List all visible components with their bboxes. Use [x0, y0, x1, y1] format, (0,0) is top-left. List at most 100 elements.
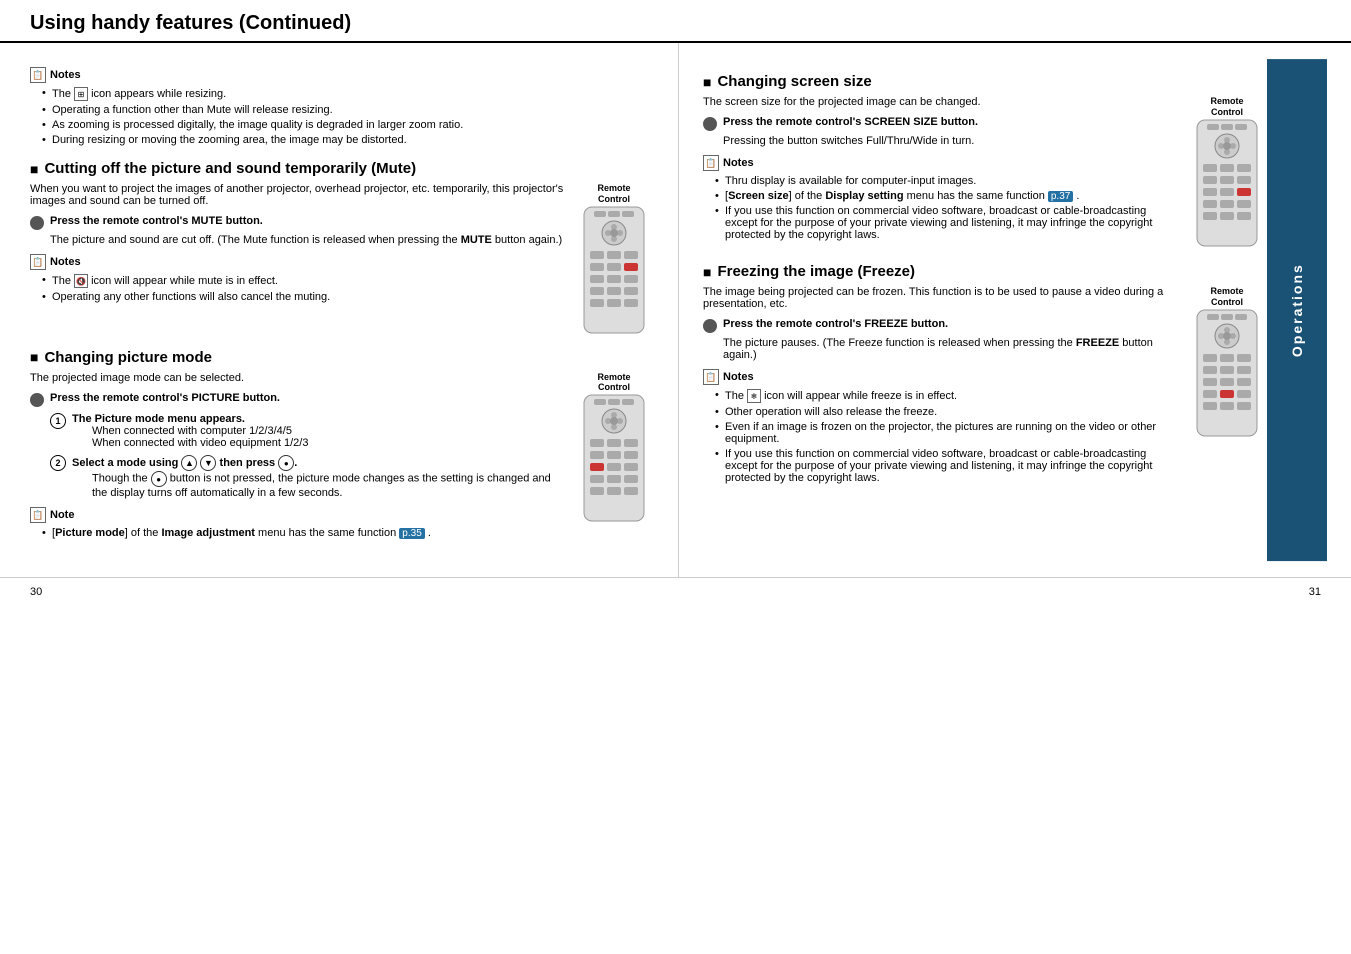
- top-notes-label: Notes: [50, 69, 81, 81]
- picture-mode-intro: The projected image mode can be selected…: [30, 372, 566, 384]
- screen-size-notes: 📋 Notes Thru display is available for co…: [703, 155, 1179, 241]
- mute-notes-header: 📋 Notes: [30, 254, 566, 270]
- step2-content: Select a mode using ▲ ▼ then press ●. Th…: [72, 455, 566, 500]
- mute-notes-label: Notes: [50, 256, 81, 268]
- right-page-content: Changing screen size The screen size for…: [703, 59, 1267, 561]
- screen-size-remote: RemoteControl: [1187, 96, 1267, 249]
- mute-note-2: Operating any other functions will also …: [42, 291, 566, 303]
- right-page: Changing screen size The screen size for…: [679, 43, 1351, 577]
- screen-size-intro: The screen size for the projected image …: [703, 96, 1179, 108]
- left-page: 📋 Notes The ⊞ icon appears while resizin…: [0, 43, 679, 577]
- top-note-3: As zooming is processed digitally, the i…: [42, 119, 654, 131]
- mute-notes-list: The 🔇 icon will appear while mute is in …: [30, 274, 566, 303]
- mute-section-title: Cutting off the picture and sound tempor…: [30, 160, 654, 177]
- picture-note-icon: 📋: [30, 507, 46, 523]
- freeze-bold: FREEZE: [1076, 337, 1119, 349]
- screen-size-notes-icon: 📋: [703, 155, 719, 171]
- top-notes-box: 📋 Notes The ⊞ icon appears while resizin…: [30, 67, 654, 146]
- mute-press-text: Press the remote control's MUTE button.: [50, 215, 263, 227]
- mute-section: Cutting off the picture and sound tempor…: [30, 160, 654, 335]
- picture-mode-main: The projected image mode can be selected…: [30, 372, 566, 548]
- step1-video: When connected with video equipment 1/2/…: [92, 437, 308, 449]
- screen-size-desc: Pressing the button switches Full/Thru/W…: [703, 135, 1179, 147]
- mute-bullet: [30, 216, 44, 230]
- freeze-press-text: Press the remote control's FREEZE button…: [723, 318, 948, 330]
- freeze-main: The image being projected can be frozen.…: [703, 286, 1179, 492]
- step1-title: The Picture mode menu appears.: [72, 413, 245, 425]
- screen-size-notes-label: Notes: [723, 157, 754, 169]
- freeze-notes: 📋 Notes The ❄ icon will appear while fre…: [703, 369, 1179, 484]
- mute-press-desc: The picture and sound are cut off. (The …: [30, 234, 566, 246]
- mute-note-1: The 🔇 icon will appear while mute is in …: [42, 274, 566, 288]
- screen-note-1: Thru display is available for computer-i…: [715, 175, 1179, 187]
- screen-note-2: [Screen size] of the Display setting men…: [715, 190, 1179, 202]
- picture-mode-content: The projected image mode can be selected…: [30, 372, 654, 548]
- picture-remote-svg: [580, 393, 648, 523]
- mute-remote-svg: [580, 205, 648, 335]
- top-notes-list: The ⊞ icon appears while resizing. Opera…: [30, 87, 654, 146]
- top-note-2: Operating a function other than Mute wil…: [42, 104, 654, 116]
- mute-bold: MUTE: [461, 234, 492, 246]
- freeze-note-3: Even if an image is frozen on the projec…: [715, 421, 1179, 445]
- mute-remote-label: RemoteControl: [597, 183, 630, 205]
- step1-computer: When connected with computer 1/2/3/4/5: [92, 425, 308, 437]
- operations-label: Operations: [1289, 263, 1305, 357]
- screen-size-notes-header: 📋 Notes: [703, 155, 1179, 171]
- screen-size-main: The screen size for the projected image …: [703, 96, 1179, 249]
- mute-press-instruction: Press the remote control's MUTE button.: [30, 215, 566, 230]
- freeze-desc-text: The picture pauses. (The Freeze function…: [723, 337, 1179, 361]
- page-title: Using handy features (Continued): [30, 12, 351, 34]
- freeze-remote: RemoteControl: [1187, 286, 1267, 492]
- screen-size-bullet: [703, 117, 717, 131]
- picture-ref: p.35: [399, 528, 424, 539]
- image-adj-bold: Image adjustment: [161, 527, 255, 539]
- picture-step2: 2 Select a mode using ▲ ▼ then press ●.: [30, 455, 566, 500]
- freeze-intro: The image being projected can be frozen.…: [703, 286, 1179, 310]
- freeze-icon: ❄: [747, 389, 761, 403]
- screen-size-desc-text: Pressing the button switches Full/Thru/W…: [723, 135, 1179, 147]
- picture-mode-section: Changing picture mode The projected imag…: [30, 349, 654, 548]
- picture-note-list: [Picture mode] of the Image adjustment m…: [30, 527, 566, 539]
- top-note-4: During resizing or moving the zooming ar…: [42, 134, 654, 146]
- top-note-1: The ⊞ icon appears while resizing.: [42, 87, 654, 101]
- picture-bullet: [30, 393, 44, 407]
- content-area: 📋 Notes The ⊞ icon appears while resizin…: [0, 43, 1351, 577]
- screen-ref: p.37: [1048, 191, 1073, 202]
- mute-notes-icon: 📋: [30, 254, 46, 270]
- up-arrow-icon: ▲: [181, 455, 197, 471]
- freeze-title: Freezing the image (Freeze): [703, 263, 1267, 280]
- notes-icon: 📋: [30, 67, 46, 83]
- freeze-notes-icon: 📋: [703, 369, 719, 385]
- freeze-content: The image being projected can be frozen.…: [703, 286, 1267, 492]
- mute-icon: 🔇: [74, 274, 88, 288]
- down-arrow-icon: ▼: [200, 455, 216, 471]
- picture-note-label: Note: [50, 509, 74, 521]
- mute-desc-text: The picture and sound are cut off. (The …: [50, 234, 566, 246]
- enter-icon: ●: [278, 455, 294, 471]
- step2-desc: Though the ● button is not pressed, the …: [72, 471, 566, 499]
- picture-press: Press the remote control's PICTURE butto…: [30, 392, 566, 407]
- step1-content: The Picture mode menu appears. When conn…: [72, 413, 308, 449]
- page-header: Using handy features (Continued): [0, 0, 1351, 43]
- freeze-note-4: If you use this function on commercial v…: [715, 448, 1179, 484]
- freeze-remote-svg: [1193, 308, 1261, 438]
- freeze-notes-list: The ❄ icon will appear while freeze is i…: [703, 389, 1179, 484]
- picture-note: 📋 Note [Picture mode] of the Image adjus…: [30, 507, 566, 539]
- screen-note-3: If you use this function on commercial v…: [715, 205, 1179, 241]
- freeze-section: Freezing the image (Freeze) The image be…: [703, 263, 1267, 492]
- screen-size-press: Press the remote control's SCREEN SIZE b…: [703, 116, 1179, 131]
- screen-size-content: The screen size for the projected image …: [703, 96, 1267, 249]
- mute-notes: 📋 Notes The 🔇 icon will appear while mut…: [30, 254, 566, 303]
- step1-num: 1: [50, 413, 66, 429]
- left-page-number: 30: [30, 586, 42, 598]
- picture-step1: 1 The Picture mode menu appears. When co…: [30, 413, 566, 449]
- picture-note-header: 📋 Note: [30, 507, 566, 523]
- picture-mode-title: Changing picture mode: [30, 349, 654, 366]
- picture-press-text: Press the remote control's PICTURE butto…: [50, 392, 280, 404]
- step2-num: 2: [50, 455, 66, 471]
- enter-icon2: ●: [151, 471, 167, 487]
- freeze-press: Press the remote control's FREEZE button…: [703, 318, 1179, 333]
- screen-size-notes-list: Thru display is available for computer-i…: [703, 175, 1179, 241]
- freeze-notes-label: Notes: [723, 371, 754, 383]
- freeze-notes-header: 📋 Notes: [703, 369, 1179, 385]
